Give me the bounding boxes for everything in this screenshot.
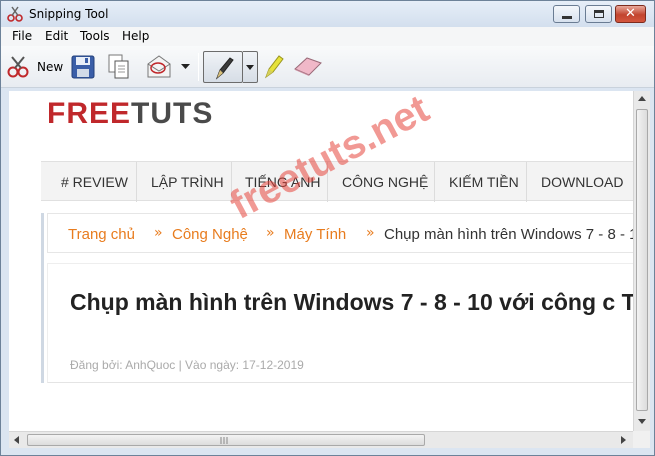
nav-kiem-tien[interactable]: KIẾM TIỀN: [449, 174, 519, 190]
scroll-left-arrow-icon[interactable]: [14, 436, 20, 444]
nav-lap-trinh[interactable]: LẬP TRÌNH: [151, 174, 224, 190]
save-icon[interactable]: [71, 55, 95, 79]
breadcrumb-home[interactable]: Trang chủ: [68, 226, 135, 243]
scrollbar-corner: [633, 431, 650, 448]
scroll-right-arrow-icon[interactable]: [621, 436, 627, 444]
toolbar: New: [1, 46, 654, 88]
nav-divider: [526, 162, 527, 202]
article-meta: Đăng bởi: AnhQuoc | Vào ngày: 17-12-2019: [70, 358, 304, 372]
article-card: Chụp màn hình trên Windows 7 - 8 - 10 vớ…: [47, 263, 633, 383]
menu-bar: File Edit Tools Help: [1, 27, 654, 46]
maximize-icon: [594, 10, 604, 18]
menu-edit[interactable]: Edit: [45, 29, 68, 43]
send-snip-icon[interactable]: [145, 54, 173, 80]
logo-tuts-text: TUTS: [131, 97, 214, 130]
pen-button[interactable]: [203, 51, 243, 83]
vertical-scroll-thumb[interactable]: [636, 109, 648, 411]
scissors-icon: [7, 56, 29, 78]
pen-icon: [215, 57, 234, 80]
snip-canvas[interactable]: FREETUTS # REVIEW LẬP TRÌNH TIẾNG ANH CÔ…: [9, 91, 633, 431]
grip-icon: [220, 437, 228, 444]
snipping-tool-window: Snipping Tool ✕ File Edit Tools Help New: [0, 0, 655, 456]
nav-review[interactable]: # REVIEW: [61, 174, 128, 190]
toolbar-separator: [198, 53, 199, 81]
breadcrumb-separator-icon: »: [154, 225, 163, 241]
scroll-up-arrow-icon[interactable]: [638, 96, 646, 102]
menu-help[interactable]: Help: [122, 29, 149, 43]
chevron-down-icon: [246, 65, 254, 70]
close-icon: ✕: [625, 6, 636, 21]
freetuts-watermark: freetuts.net: [223, 91, 436, 228]
horizontal-scrollbar[interactable]: [9, 431, 633, 448]
horizontal-scroll-thumb[interactable]: [27, 434, 425, 446]
article-title[interactable]: Chụp màn hình trên Windows 7 - 8 - 10 vớ…: [70, 286, 633, 318]
breadcrumb-separator-icon: »: [266, 225, 275, 241]
pen-dropdown[interactable]: [243, 51, 258, 83]
scroll-down-arrow-icon[interactable]: [638, 419, 646, 425]
send-dropdown-icon[interactable]: [181, 64, 190, 70]
minimize-icon: [562, 16, 572, 19]
nav-cong-nghe[interactable]: CÔNG NGHỆ: [342, 174, 428, 190]
logo-free-text: FREE: [47, 97, 132, 130]
minimize-button[interactable]: [553, 5, 580, 23]
breadcrumb-may-tinh[interactable]: Máy Tính: [284, 226, 346, 243]
breadcrumb-cong-nghe[interactable]: Công Nghệ: [172, 226, 248, 243]
highlighter-icon[interactable]: [263, 53, 285, 79]
vertical-scrollbar[interactable]: [633, 91, 650, 431]
title-bar: Snipping Tool ✕: [1, 1, 654, 27]
nav-divider: [434, 162, 435, 202]
breadcrumb: Trang chủ » Công Nghệ » Máy Tính » Chụp …: [47, 213, 633, 253]
nav-download[interactable]: DOWNLOAD: [541, 174, 623, 190]
maximize-button[interactable]: [585, 5, 612, 23]
close-button[interactable]: ✕: [615, 5, 646, 23]
nav-divider: [136, 162, 137, 202]
freetuts-logo: FREETUTS: [47, 97, 213, 131]
breadcrumb-current: Chụp màn hình trên Windows 7 - 8 - 1: [384, 226, 633, 243]
breadcrumb-separator-icon: »: [366, 225, 375, 241]
copy-icon[interactable]: [108, 54, 130, 80]
new-label: New: [37, 60, 64, 74]
menu-file[interactable]: File: [12, 29, 32, 43]
menu-tools[interactable]: Tools: [80, 29, 110, 43]
new-snip-button[interactable]: New: [7, 54, 65, 80]
eraser-icon[interactable]: [293, 55, 323, 77]
content-left-border: [41, 213, 44, 383]
scissors-icon: [7, 6, 23, 22]
window-title: Snipping Tool: [29, 7, 109, 21]
